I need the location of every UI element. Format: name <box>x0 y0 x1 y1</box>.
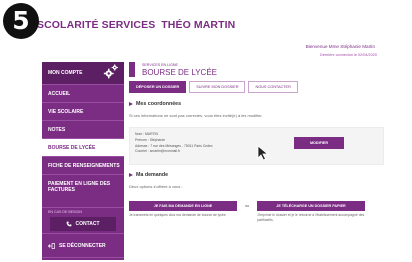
sidebar-item-account[interactable]: MON COMPTE <box>42 62 124 85</box>
breadcrumb-accent <box>129 62 135 77</box>
sidebar-item-label: FICHE DE RENSEIGNEMENTS <box>48 163 120 169</box>
brand-label: SCOLARITÉ SERVICES <box>37 19 156 31</box>
arrow-icon <box>129 102 133 106</box>
last-login: Dernière connexion le 02/04/2020 <box>320 53 377 57</box>
request-heading: Ma demande <box>129 172 168 178</box>
step-badge: 5 <box>3 3 39 39</box>
logout-icon <box>48 243 55 249</box>
sidebar-item-label: VIE SCOLAIRE <box>48 109 84 115</box>
tab-nous-contacter[interactable]: NOUS CONTACTER <box>248 81 298 93</box>
or-label: ou <box>245 204 250 208</box>
arrow-icon <box>129 173 133 177</box>
brand-title: SCOLARITÉ SERVICES THÉO MARTIN <box>37 19 235 31</box>
sidebar-item-label: ACCUEIL <box>48 91 71 97</box>
online-request-desc: Je transmets en quelques clics ma demand… <box>129 213 227 217</box>
student-name: THÉO MARTIN <box>161 19 236 31</box>
sidebar-item-label: BOURSE DE LYCÉE <box>48 145 96 151</box>
coords-heading-label: Mes coordonnées <box>136 101 182 107</box>
download-dossier-button[interactable]: JE TÉLÉCHARGE UN DOSSIER PAPIER <box>257 201 365 211</box>
coords-heading: Mes coordonnées <box>129 101 181 107</box>
page-title: BOURSE DE LYCÉE <box>142 68 217 77</box>
gear-icon <box>103 64 118 79</box>
logout-label: SE DÉCONNECTER <box>59 243 106 249</box>
sidebar-item-bourse-de-lycee[interactable]: BOURSE DE LYCÉE <box>42 139 124 157</box>
main-content: SERVICES EN LIGNE BOURSE DE LYCÉE DÉPOSE… <box>124 62 402 260</box>
info-line: Courriel : smartin@monmail.fr <box>135 149 181 154</box>
user-greeting: Bienvenue Mme Stéphanie Martin <box>305 44 375 49</box>
sidebar-item-label: MON COMPTE <box>48 70 83 76</box>
contact-block: EN CAS DE BESOIN CONTACT <box>42 208 124 234</box>
contact-button[interactable]: CONTACT <box>50 217 116 231</box>
contact-button-label: CONTACT <box>75 221 100 227</box>
app-header: SCOLARITÉ SERVICES THÉO MARTIN Bienvenue … <box>2 2 402 62</box>
tab-bar: DÉPOSER UN DOSSIER SUIVRE MON DOSSIER NO… <box>129 81 298 93</box>
breadcrumb: SERVICES EN LIGNE <box>142 63 178 67</box>
sidebar-item-notes[interactable]: NOTES <box>42 121 124 139</box>
coords-intro: Si ces informations ne sont pas correcte… <box>129 113 263 118</box>
contact-title: EN CAS DE BESOIN <box>48 210 82 214</box>
sidebar-item-accueil[interactable]: ACCUEIL <box>42 85 124 103</box>
sidebar-item-paiement[interactable]: PAIEMENT EN LIGNE DES FACTURES <box>42 175 124 208</box>
request-heading-label: Ma demande <box>136 172 169 178</box>
download-dossier-desc: J'imprime le dossier et je le retourne à… <box>257 213 365 222</box>
sidebar-item-fiche-de-renseignements[interactable]: FICHE DE RENSEIGNEMENTS <box>42 157 124 175</box>
sidebar-item-vie-scolaire[interactable]: VIE SCOLAIRE <box>42 103 124 121</box>
tab-deposer-dossier[interactable]: DÉPOSER UN DOSSIER <box>129 81 187 93</box>
info-lines: Nom : MARTIN Prénom : Stéphanie Adresse … <box>135 132 213 155</box>
sidebar: MON COMPTE ACCUEIL VIE SCOLAIRE NOTES BO… <box>42 62 124 260</box>
mouse-cursor-icon <box>257 145 269 161</box>
sidebar-item-label: NOTES <box>48 127 66 133</box>
request-intro: Deux options s'offrent à vous : <box>129 184 183 189</box>
modify-button[interactable]: MODIFIER <box>294 137 344 149</box>
app-window: SCOLARITÉ SERVICES THÉO MARTIN Bienvenue … <box>2 2 402 260</box>
info-box: Nom : MARTIN Prénom : Stéphanie Adresse … <box>129 127 384 165</box>
tab-suivre-dossier[interactable]: SUIVRE MON DOSSIER <box>189 81 246 93</box>
logout-link[interactable]: SE DÉCONNECTER <box>42 234 124 258</box>
sidebar-item-label: PAIEMENT EN LIGNE DES FACTURES <box>48 181 111 193</box>
online-request-button[interactable]: JE FAIS MA DEMANDE EN LIGNE <box>129 201 237 211</box>
edge-fade <box>400 0 412 262</box>
phone-icon <box>67 221 72 227</box>
